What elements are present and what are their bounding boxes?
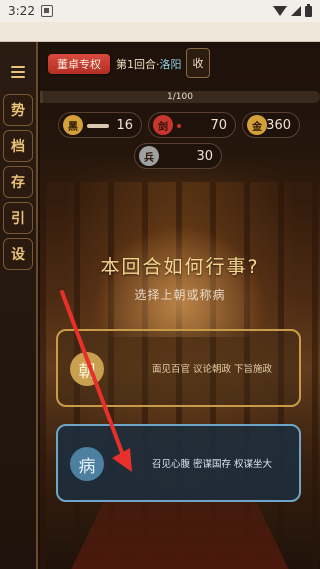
palace-hall-background (95, 227, 265, 337)
sidebar-item-cun[interactable]: 存 (3, 166, 33, 198)
option-description: 面见百官 议论朝政 下旨施政 (152, 364, 273, 375)
soldier-coin-icon: 兵 (139, 146, 159, 166)
game-screen: 3:22 势 档 存 引 设 董卓专权 第1回合·洛阳 收 1/100 黑 16… (0, 0, 320, 569)
turn-progress: 1/100 (40, 91, 320, 103)
feign-illness-option[interactable]: 病 召见心腹 密谋国存 权谋坐大 (56, 424, 301, 502)
location-label: 洛阳 (159, 58, 182, 71)
stat-value: 30 (196, 149, 213, 164)
sidebar-item-label: 存 (11, 175, 25, 191)
menu-icon[interactable] (11, 66, 25, 78)
wifi-icon (273, 6, 287, 16)
stat-value: 360 (266, 118, 291, 133)
stat-soldier: 兵 30 (134, 143, 222, 169)
sidebar-item-she[interactable]: 设 (3, 238, 33, 270)
collect-button[interactable]: 收 (186, 48, 210, 78)
sidebar-item-label: 引 (11, 211, 25, 227)
status-icons (273, 3, 312, 17)
sidebar-item-label: 设 (11, 247, 25, 263)
sidebar-item-yin[interactable]: 引 (3, 202, 33, 234)
status-time: 3:22 (8, 4, 35, 18)
option-description: 召见心腹 密谋国存 权谋坐大 (152, 459, 273, 470)
faction-button[interactable]: 董卓专权 (48, 54, 110, 74)
stat-value: 70 (210, 118, 227, 133)
battery-icon (305, 3, 312, 17)
sick-badge-icon: 病 (70, 447, 104, 481)
progress-text: 1/100 (167, 92, 193, 102)
stat-black: 黑 16 (58, 112, 142, 138)
stat-gold: 金 360 (242, 112, 300, 138)
gold-coin-icon: 金 (247, 115, 267, 135)
sidebar-item-dang[interactable]: 档 (3, 130, 33, 162)
turn-subtitle: 选择上朝或称病 (134, 288, 226, 302)
round-label: 第1回合·洛阳 (116, 56, 182, 72)
notification-icon (40, 5, 53, 17)
round-prefix: 第1回合· (116, 58, 160, 71)
sidebar-item-label: 势 (11, 103, 25, 119)
sidebar-item-label: 档 (11, 139, 25, 155)
top-band (0, 22, 320, 42)
sidebar: 势 档 存 引 设 (0, 42, 38, 569)
stat-bar (87, 124, 109, 128)
sword-coin-icon: 剑 (153, 115, 173, 135)
court-badge-icon: 朝 (70, 352, 104, 386)
turn-question: 本回合如何行事? (100, 256, 260, 278)
status-bar: 3:22 (0, 0, 320, 22)
stat-value: 16 (116, 118, 133, 133)
attend-court-option[interactable]: 朝 面见百官 议论朝政 下旨施政 (56, 329, 301, 407)
sidebar-item-shi[interactable]: 势 (3, 94, 33, 126)
signal-icon (291, 6, 301, 16)
main-area: 董卓专权 第1回合·洛阳 收 1/100 黑 16 剑 70 金 360 兵 3… (40, 42, 320, 569)
stat-bar (177, 124, 181, 128)
black-coin-icon: 黑 (63, 115, 83, 135)
top-panel: 董卓专权 第1回合·洛阳 收 1/100 黑 16 剑 70 金 360 兵 3… (40, 42, 320, 182)
stat-sword: 剑 70 (148, 112, 236, 138)
